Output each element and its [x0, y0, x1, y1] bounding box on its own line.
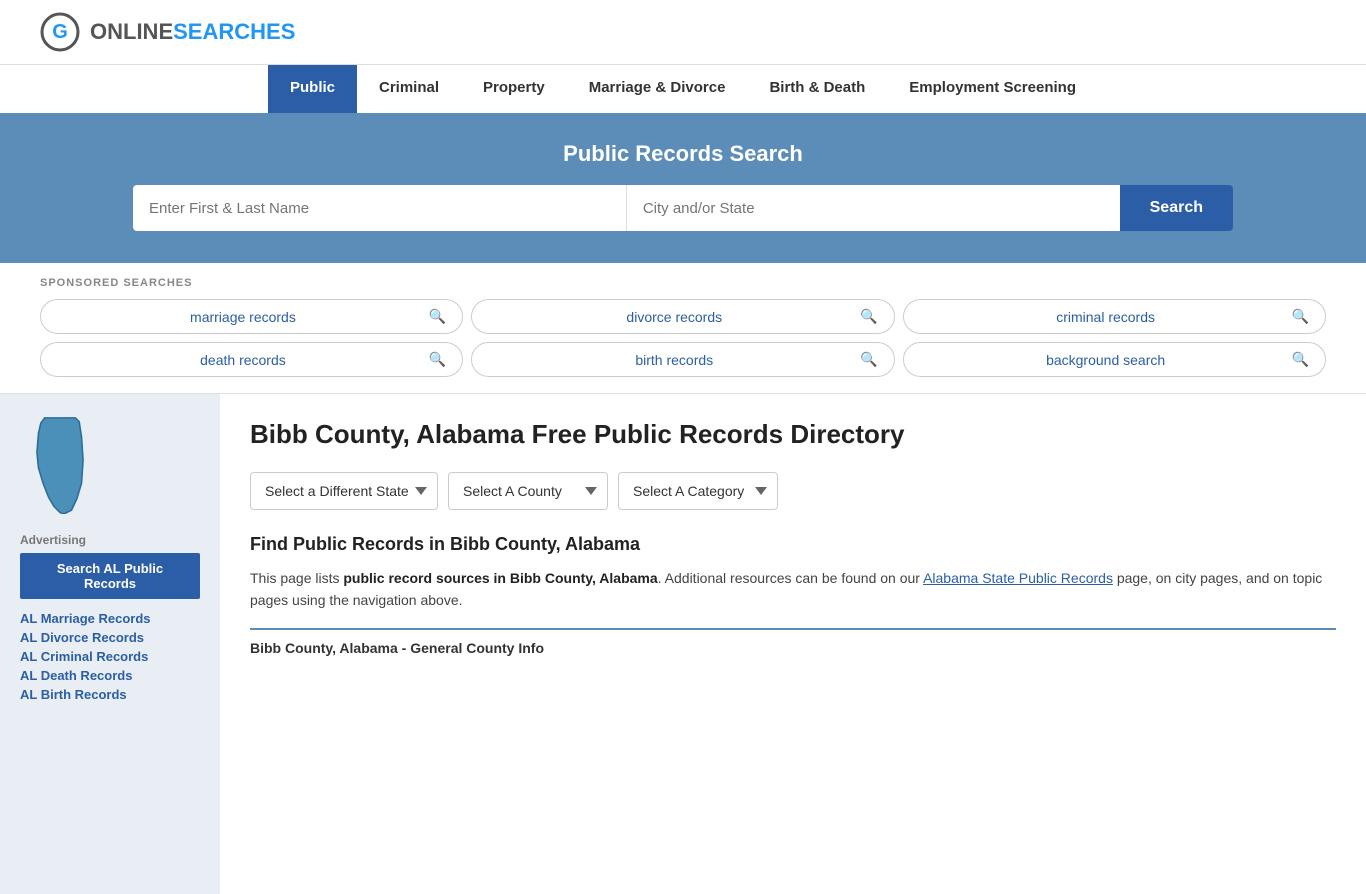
category-dropdown[interactable]: Select A Category — [618, 472, 778, 510]
search-icon-5: 🔍 — [1292, 351, 1309, 368]
nav-item-employment[interactable]: Employment Screening — [887, 65, 1098, 113]
sidebar-link-1[interactable]: AL Divorce Records — [20, 630, 200, 645]
sponsored-link-3[interactable]: death records — [57, 352, 429, 368]
find-records-title: Find Public Records in Bibb County, Alab… — [250, 534, 1336, 555]
desc-part1: This page lists — [250, 570, 343, 586]
sponsored-grid: marriage records 🔍 divorce records 🔍 cri… — [40, 299, 1326, 377]
nav-bar: Public Criminal Property Marriage & Divo… — [0, 64, 1366, 113]
search-icon-1: 🔍 — [860, 308, 877, 325]
nav-item-criminal[interactable]: Criminal — [357, 65, 461, 113]
sidebar: Advertising Search AL Public Records AL … — [0, 394, 220, 894]
description-text: This page lists public record sources in… — [250, 567, 1336, 612]
page-title: Bibb County, Alabama Free Public Records… — [250, 418, 1336, 452]
sponsored-item-3[interactable]: death records 🔍 — [40, 342, 463, 377]
hero-section: Public Records Search Search — [0, 113, 1366, 263]
search-button[interactable]: Search — [1120, 185, 1233, 231]
logo-icon: G — [40, 12, 80, 52]
ad-button[interactable]: Search AL Public Records — [20, 553, 200, 599]
dropdown-row: Select a Different State Select A County… — [250, 472, 1336, 510]
sidebar-link-3[interactable]: AL Death Records — [20, 668, 200, 683]
sidebar-links: AL Marriage Records AL Divorce Records A… — [20, 611, 200, 702]
sidebar-link-0[interactable]: AL Marriage Records — [20, 611, 200, 626]
sponsored-item-1[interactable]: divorce records 🔍 — [471, 299, 894, 334]
sponsored-item-5[interactable]: background search 🔍 — [903, 342, 1326, 377]
sponsored-label: SPONSORED SEARCHES — [40, 277, 1326, 289]
content-area: Bibb County, Alabama Free Public Records… — [220, 394, 1366, 894]
header: G ONLINESEARCHES — [0, 0, 1366, 64]
search-bar: Search — [133, 185, 1233, 231]
state-dropdown[interactable]: Select a Different State — [250, 472, 438, 510]
logo: G ONLINESEARCHES — [40, 12, 295, 52]
name-input[interactable] — [133, 185, 627, 231]
nav-item-birth[interactable]: Birth & Death — [747, 65, 887, 113]
svg-text:G: G — [52, 21, 68, 43]
search-icon-3: 🔍 — [429, 351, 446, 368]
nav-item-property[interactable]: Property — [461, 65, 567, 113]
nav-item-marriage[interactable]: Marriage & Divorce — [567, 65, 748, 113]
desc-bold: public record sources in Bibb County, Al… — [343, 570, 657, 586]
nav-item-public[interactable]: Public — [268, 65, 357, 113]
sidebar-link-4[interactable]: AL Birth Records — [20, 687, 200, 702]
sponsored-item-2[interactable]: criminal records 🔍 — [903, 299, 1326, 334]
county-info-title: Bibb County, Alabama - General County In… — [250, 628, 1336, 656]
sidebar-link-2[interactable]: AL Criminal Records — [20, 649, 200, 664]
county-dropdown[interactable]: Select A County — [448, 472, 608, 510]
search-icon-0: 🔍 — [429, 308, 446, 325]
sponsored-item-0[interactable]: marriage records 🔍 — [40, 299, 463, 334]
search-icon-4: 🔍 — [860, 351, 877, 368]
hero-title: Public Records Search — [40, 141, 1326, 167]
sponsored-item-4[interactable]: birth records 🔍 — [471, 342, 894, 377]
sponsored-link-0[interactable]: marriage records — [57, 309, 429, 325]
sponsored-link-2[interactable]: criminal records — [920, 309, 1292, 325]
sponsored-link-4[interactable]: birth records — [488, 352, 860, 368]
desc-part2: . Additional resources can be found on o… — [658, 570, 923, 586]
advertising-label: Advertising — [20, 533, 200, 547]
main-layout: Advertising Search AL Public Records AL … — [0, 394, 1366, 894]
logo-text: ONLINESEARCHES — [90, 19, 295, 45]
sponsored-link-5[interactable]: background search — [920, 352, 1292, 368]
sponsored-section: SPONSORED SEARCHES marriage records 🔍 di… — [0, 263, 1366, 394]
sponsored-link-1[interactable]: divorce records — [488, 309, 860, 325]
state-shape-container — [20, 414, 200, 517]
city-input[interactable] — [627, 185, 1120, 231]
alabama-state-icon — [20, 414, 100, 514]
search-icon-2: 🔍 — [1292, 308, 1309, 325]
desc-link[interactable]: Alabama State Public Records — [923, 570, 1113, 586]
